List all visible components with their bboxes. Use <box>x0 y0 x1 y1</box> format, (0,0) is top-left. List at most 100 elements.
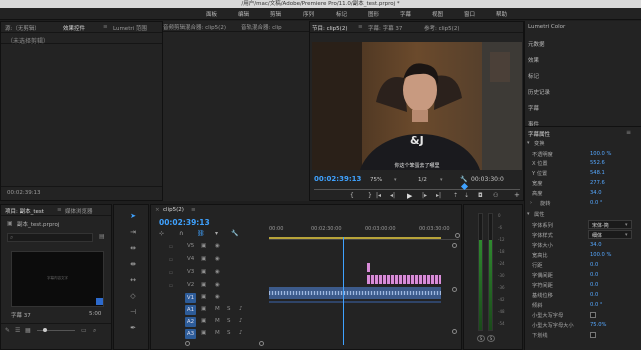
tab-caption[interactable]: 字幕: 字幕 37 <box>368 24 402 32</box>
track-select-tool-icon[interactable]: ⇥ <box>128 227 138 237</box>
playhead-marker[interactable] <box>460 182 469 191</box>
menu-item-graphics[interactable]: 图形 <box>368 10 379 18</box>
menu-item-window[interactable]: 窗口 <box>464 10 475 18</box>
panel-captions[interactable]: 字幕 <box>528 104 539 112</box>
new-item-icon[interactable]: ▭ <box>81 327 87 334</box>
zoom-slider-handle[interactable] <box>43 328 47 332</box>
prop-value[interactable]: 34.0 <box>590 242 602 248</box>
track-area[interactable] <box>269 237 459 345</box>
mute-button[interactable]: M <box>215 318 220 324</box>
linked-selection-icon[interactable]: ⛓ <box>197 230 205 237</box>
font-style-select[interactable]: 细体 ▾ <box>588 230 632 239</box>
add-marker-icon[interactable]: ▾ <box>215 230 218 237</box>
caption-props-menu-icon[interactable]: ≡ <box>626 129 631 136</box>
eye-icon[interactable]: ◉ <box>215 243 220 249</box>
pen-tool-icon[interactable]: ✒ <box>128 323 138 333</box>
pen-icon[interactable]: ✎ <box>5 327 10 334</box>
icon-view-icon[interactable]: ▦ <box>25 327 31 334</box>
rotation-expand-icon[interactable]: › <box>530 200 532 206</box>
eye-icon[interactable]: ◉ <box>215 269 220 275</box>
lock-icon[interactable]: ▫ <box>169 283 173 289</box>
timeline-playhead[interactable] <box>343 237 344 345</box>
prop-value[interactable]: 100.0 % <box>590 151 611 157</box>
menu-item-edit[interactable]: 编辑 <box>238 10 249 18</box>
mic-icon[interactable]: ♪ <box>239 306 243 312</box>
panel-metadata[interactable]: 元数据 <box>528 40 545 48</box>
prop-value[interactable]: 548.1 <box>590 170 605 176</box>
tab-audio-track-mixer[interactable]: 音轨混合器: clip <box>241 23 282 31</box>
track-target-v1[interactable]: V1 <box>185 293 196 303</box>
menu-item-panel[interactable]: 面板 <box>206 10 217 18</box>
scroll-handle-bottom[interactable] <box>452 329 457 334</box>
panel-effects[interactable]: 效果 <box>528 56 539 64</box>
lock-icon[interactable]: ▫ <box>169 257 173 263</box>
list-view-icon[interactable]: ☰ <box>15 327 20 334</box>
export-frame-icon[interactable]: ◘ <box>478 192 483 199</box>
play-icon[interactable]: ▶ <box>407 192 412 200</box>
program-timecode[interactable]: 00:02:39:13 <box>314 175 361 183</box>
ruler-scroll-handle[interactable] <box>455 233 460 238</box>
work-area-bar[interactable] <box>269 237 441 239</box>
lift-icon[interactable]: ⇡ <box>453 192 458 199</box>
razor-tool-icon[interactable]: ◇ <box>128 291 138 301</box>
eye-icon[interactable]: ◉ <box>215 256 220 262</box>
rate-stretch-tool-icon[interactable]: ↔ <box>128 275 138 285</box>
zoom-slider[interactable] <box>37 328 75 332</box>
prop-value[interactable]: 0.0 <box>590 292 598 298</box>
tab-program[interactable]: 节目: clip5(2) <box>312 24 347 32</box>
go-to-in-icon[interactable]: |◂ <box>376 192 381 199</box>
menu-item-marker[interactable]: 标记 <box>336 10 347 18</box>
sync-icon[interactable]: ▣ <box>201 256 206 262</box>
prop-value[interactable]: 0.0 ° <box>590 200 603 206</box>
prop-value[interactable]: 0.0 ° <box>590 302 603 308</box>
mic-icon[interactable]: ♪ <box>239 318 243 324</box>
program-tab-menu-icon[interactable]: ≡ <box>358 24 363 30</box>
panel-history[interactable]: 历史记录 <box>528 88 550 96</box>
mark-in-icon[interactable]: { <box>350 192 354 199</box>
go-to-out-icon[interactable]: ▸| <box>436 192 441 199</box>
prop-value[interactable]: 0.0 <box>590 272 598 278</box>
menu-item-view[interactable]: 视图 <box>432 10 443 18</box>
quality-dropdown-icon[interactable]: ▾ <box>440 177 443 183</box>
tab-media-browser[interactable]: 媒体浏览器 <box>65 207 93 215</box>
solo-button[interactable]: S <box>227 318 231 324</box>
sync-icon[interactable]: ▣ <box>201 330 206 336</box>
menu-item-sequence[interactable]: 序列 <box>303 10 314 18</box>
underline-checkbox[interactable] <box>590 332 596 338</box>
timeline-timecode[interactable]: 00:02:39:13 <box>159 218 210 227</box>
track-target-a3[interactable]: A3 <box>185 329 196 339</box>
small-caps-checkbox[interactable] <box>590 312 596 318</box>
scroll-handle-mid[interactable] <box>452 287 457 292</box>
sync-icon[interactable]: ▣ <box>201 282 206 288</box>
zoom-select[interactable]: 75% <box>370 177 382 183</box>
hscroll-handle-left[interactable] <box>185 341 190 346</box>
prop-value[interactable]: 0.0 <box>590 282 598 288</box>
track-target-a1[interactable]: A1 <box>185 305 196 315</box>
prop-value[interactable]: 0.0 <box>590 262 598 268</box>
mark-out-icon[interactable]: } <box>368 192 372 199</box>
solo-left-button[interactable]: S <box>477 335 485 342</box>
selection-tool-icon[interactable]: ➤ <box>128 211 138 221</box>
sync-icon[interactable]: ▣ <box>201 306 206 312</box>
project-tab-menu-icon[interactable]: ≡ <box>57 207 62 213</box>
track-scroll[interactable] <box>452 241 458 337</box>
panel-markers[interactable]: 标记 <box>528 72 539 80</box>
tab-timeline[interactable]: clip5(2) <box>163 207 184 213</box>
menu-item-help[interactable]: 帮助 <box>496 10 507 18</box>
program-scrubber[interactable] <box>314 182 520 191</box>
prop-value[interactable]: 552.6 <box>590 160 605 166</box>
sync-icon[interactable]: ▣ <box>201 243 206 249</box>
attributes-collapse-icon[interactable]: ▾ <box>527 211 530 217</box>
zoom-dropdown-icon[interactable]: ▾ <box>394 177 397 183</box>
scroll-handle-top[interactable] <box>452 243 457 248</box>
mute-button[interactable]: M <box>215 330 220 336</box>
compare-icon[interactable]: ⚇ <box>493 192 498 199</box>
menu-item-clip[interactable]: 剪辑 <box>270 10 281 18</box>
tab-lumetri-scopes[interactable]: Lumetri 范围 <box>113 24 147 32</box>
timeline-tab-menu-icon[interactable]: ≡ <box>191 207 196 213</box>
timeline-close-icon[interactable]: × <box>155 207 160 213</box>
tab-project[interactable]: 项目: 副本_test <box>5 207 44 215</box>
nest-icon[interactable]: ⊹ <box>159 230 164 237</box>
sync-icon[interactable]: ▣ <box>201 318 206 324</box>
panel-lumetri-color[interactable]: Lumetri Color <box>528 24 565 30</box>
